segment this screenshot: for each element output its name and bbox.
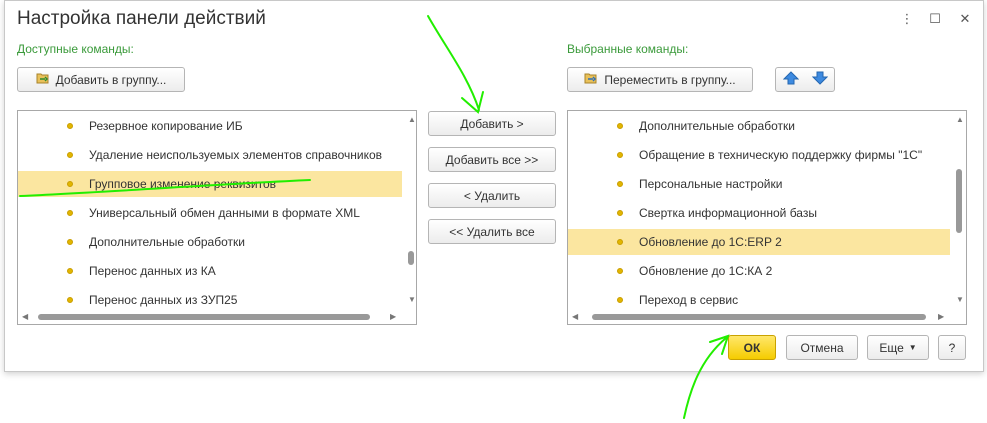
arrow-down-icon[interactable] <box>811 71 828 88</box>
available-vertical-scrollbar[interactable]: ▲ ▼ <box>406 113 416 309</box>
bullet-icon <box>617 210 623 216</box>
bullet-icon <box>67 123 73 129</box>
scroll-right-icon[interactable]: ▶ <box>938 312 944 322</box>
list-item-label: Обновление до 1С:ERP 2 <box>639 235 782 249</box>
list-item-label: Персональные настройки <box>639 177 783 191</box>
remove-all-button[interactable]: << Удалить все <box>428 219 556 244</box>
list-item[interactable]: Дополнительные обработки <box>568 113 950 139</box>
dialog-title: Настройка панели действий <box>17 8 266 29</box>
bullet-icon <box>67 268 73 274</box>
list-item-label: Обращение в техническую поддержку фирмы … <box>639 148 923 162</box>
bullet-icon <box>617 152 623 158</box>
selected-vertical-scrollbar[interactable]: ▲ ▼ <box>954 113 964 309</box>
bullet-icon <box>67 297 73 303</box>
list-item-label: Удаление неиспользуемых элементов справо… <box>89 148 382 162</box>
list-item-label: Групповое изменение реквизитов <box>89 177 277 191</box>
list-item[interactable]: Резервное копирование ИБ <box>18 113 402 139</box>
scroll-thumb[interactable] <box>408 251 414 265</box>
scroll-down-icon[interactable]: ▼ <box>408 295 416 305</box>
list-item-label: Переход в сервис <box>639 293 739 307</box>
folder-add-icon <box>36 72 50 87</box>
list-item[interactable]: Обновление до 1С:КА 2 <box>568 258 950 284</box>
maximize-icon[interactable]: ☐ <box>927 11 943 27</box>
scroll-thumb[interactable] <box>956 169 962 233</box>
more-options-icon[interactable]: ⋮ <box>899 11 915 27</box>
list-item[interactable]: Персональные настройки <box>568 171 950 197</box>
bullet-icon <box>617 297 623 303</box>
bullet-icon <box>67 152 73 158</box>
add-to-group-button[interactable]: Добавить в группу... <box>17 67 185 92</box>
help-button[interactable]: ? <box>938 335 966 360</box>
list-item-label: Резервное копирование ИБ <box>89 119 243 133</box>
add-button[interactable]: Добавить > <box>428 111 556 136</box>
close-icon[interactable]: ✕ <box>957 11 973 27</box>
cancel-button[interactable]: Отмена <box>786 335 858 360</box>
list-item[interactable]: Перенос данных из ЗУП25 <box>18 287 402 313</box>
folder-move-icon <box>584 72 598 87</box>
remove-button[interactable]: < Удалить <box>428 183 556 208</box>
list-item[interactable]: Групповое изменение реквизитов <box>18 171 402 197</box>
list-item-label: Обновление до 1С:КА 2 <box>639 264 773 278</box>
scroll-up-icon[interactable]: ▲ <box>408 115 416 125</box>
list-item[interactable]: Обращение в техническую поддержку фирмы … <box>568 142 950 168</box>
list-item[interactable]: Удаление неиспользуемых элементов справо… <box>18 142 402 168</box>
scroll-up-icon[interactable]: ▲ <box>956 115 964 125</box>
list-item[interactable]: Дополнительные обработки <box>18 229 402 255</box>
scroll-left-icon[interactable]: ◀ <box>572 312 578 322</box>
bullet-icon <box>617 123 623 129</box>
list-item-label: Дополнительные обработки <box>639 119 795 133</box>
list-item[interactable]: Обновление до 1С:ERP 2 <box>568 229 950 255</box>
list-item-label: Дополнительные обработки <box>89 235 245 249</box>
bullet-icon <box>617 181 623 187</box>
available-commands-label: Доступные команды: <box>17 42 134 56</box>
scroll-down-icon[interactable]: ▼ <box>956 295 964 305</box>
scroll-thumb[interactable] <box>38 314 370 320</box>
more-button[interactable]: Еще ▼ <box>867 335 929 360</box>
list-item-label: Универсальный обмен данными в формате XM… <box>89 206 360 220</box>
move-to-group-button[interactable]: Переместить в группу... <box>567 67 753 92</box>
scroll-left-icon[interactable]: ◀ <box>22 312 28 322</box>
bullet-icon <box>67 210 73 216</box>
bullet-icon <box>67 181 73 187</box>
bullet-icon <box>617 268 623 274</box>
list-item[interactable]: Свертка информационной базы <box>568 200 950 226</box>
list-item[interactable]: Переход в сервис <box>568 287 950 313</box>
bullet-icon <box>617 239 623 245</box>
selected-commands-label: Выбранные команды: <box>567 42 689 56</box>
list-item-label: Перенос данных из КА <box>89 264 216 278</box>
more-label: Еще <box>879 340 904 355</box>
list-item[interactable]: Универсальный обмен данными в формате XM… <box>18 200 402 226</box>
list-item-label: Свертка информационной базы <box>639 206 817 220</box>
caret-down-icon: ▼ <box>908 343 917 352</box>
available-horizontal-scrollbar[interactable]: ◀ ▶ <box>22 311 404 323</box>
available-commands-list[interactable]: Резервное копирование ИБ Удаление неиспол… <box>17 110 417 325</box>
add-to-group-label: Добавить в группу... <box>55 72 167 87</box>
move-to-group-label: Переместить в группу... <box>604 72 736 87</box>
scroll-thumb[interactable] <box>592 314 926 320</box>
selected-commands-list[interactable]: Дополнительные обработки Обращение в техн… <box>567 110 967 325</box>
scroll-right-icon[interactable]: ▶ <box>390 312 396 322</box>
bullet-icon <box>67 239 73 245</box>
add-all-button[interactable]: Добавить все >> <box>428 147 556 172</box>
list-item[interactable]: Перенос данных из КА <box>18 258 402 284</box>
selected-horizontal-scrollbar[interactable]: ◀ ▶ <box>572 311 952 323</box>
ok-button[interactable]: ОК <box>728 335 776 360</box>
move-up-down-group <box>775 67 835 92</box>
action-panel-settings-dialog: Настройка панели действий ⋮ ☐ ✕ Доступны… <box>4 0 984 372</box>
list-item-label: Перенос данных из ЗУП25 <box>89 293 238 307</box>
arrow-up-icon[interactable] <box>782 71 799 88</box>
